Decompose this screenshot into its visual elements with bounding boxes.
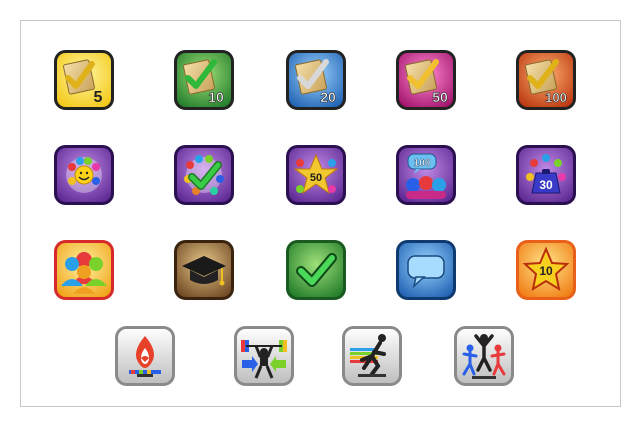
- friends-30-icon: 30: [516, 145, 576, 205]
- chat-bubble-icon: [396, 240, 456, 300]
- badge-count: 50: [310, 172, 322, 184]
- team-cheer-badge: [454, 326, 514, 386]
- graduation-cap-icon: [174, 240, 234, 300]
- badge-count: 20: [320, 89, 336, 105]
- runner-icon: [342, 326, 402, 386]
- team-cheer-icon: [454, 326, 514, 386]
- checklist-10-icon: 10: [174, 50, 234, 110]
- checklist-5-icon: 5: [54, 50, 114, 110]
- team-badge: [54, 240, 114, 300]
- friends-check-badge: [174, 145, 234, 205]
- weightlifter-badge: [234, 326, 294, 386]
- checkmark-icon: [286, 240, 346, 300]
- checkmark-badge: [286, 240, 346, 300]
- friends-50-icon: 50: [286, 145, 346, 205]
- checklist-50-icon: 50: [396, 50, 456, 110]
- badge-count: 10: [208, 89, 224, 105]
- friends-30-badge: 30: [516, 145, 576, 205]
- checklist-100-icon: 100: [516, 50, 576, 110]
- torch-badge: [115, 326, 175, 386]
- friends-100-badge: 100: [396, 145, 456, 205]
- badge-count: 30: [539, 178, 553, 192]
- team-icon: [54, 240, 114, 300]
- badge-count: 10: [539, 264, 553, 278]
- checklist-20-badge: 20: [286, 50, 346, 110]
- checklist-5-badge: 5: [54, 50, 114, 110]
- badge-count: 100: [414, 158, 431, 169]
- checklist-100-badge: 100: [516, 50, 576, 110]
- friends-group-icon: [54, 145, 114, 205]
- friends-group-badge: [54, 145, 114, 205]
- friends-check-icon: [174, 145, 234, 205]
- runner-badge: [342, 326, 402, 386]
- badge-count: 5: [94, 89, 103, 106]
- checklist-20-icon: 20: [286, 50, 346, 110]
- badge-count: 50: [432, 89, 448, 105]
- badge-count: 100: [545, 90, 567, 105]
- star-10-icon: 10: [516, 240, 576, 300]
- checklist-10-badge: 10: [174, 50, 234, 110]
- checklist-50-badge: 50: [396, 50, 456, 110]
- friends-100-icon: 100: [396, 145, 456, 205]
- torch-flame-icon: [115, 326, 175, 386]
- friends-50-badge: 50: [286, 145, 346, 205]
- graduation-badge: [174, 240, 234, 300]
- star-10-badge: 10: [516, 240, 576, 300]
- chat-bubble-badge: [396, 240, 456, 300]
- weightlifter-icon: [234, 326, 294, 386]
